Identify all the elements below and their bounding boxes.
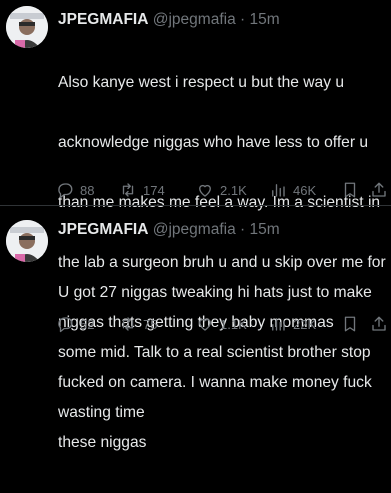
like-icon — [199, 184, 211, 197]
separator: · — [240, 221, 246, 238]
share-icon — [372, 182, 386, 197]
tweet-line: wasting time — [58, 404, 145, 421]
author-handle[interactable]: @jpegmafia — [153, 11, 236, 28]
reply-icon — [58, 317, 73, 333]
author-name[interactable]: JPEGMAFIA — [58, 11, 148, 28]
repost-icon — [122, 183, 134, 197]
repost-count: 174 — [143, 182, 165, 198]
view-count: 22K — [293, 316, 317, 332]
tweet-line: acknowledge niggas who have less to offe… — [58, 134, 369, 151]
bookmark-button[interactable] — [341, 180, 359, 200]
views-button[interactable]: 22K — [269, 314, 316, 334]
tweet-line: U got 27 niggas tweaking hi hats just to… — [58, 284, 372, 301]
views-icon — [272, 318, 285, 331]
tweet-header: JPEGMAFIA @jpegmafia · 15m — [58, 221, 391, 241]
timestamp[interactable]: 15m — [250, 11, 280, 28]
bookmark-button[interactable] — [341, 314, 359, 334]
reply-button[interactable]: 88 — [56, 180, 94, 200]
bookmark-icon — [344, 316, 356, 332]
share-button[interactable] — [370, 314, 388, 334]
like-icon — [199, 318, 211, 331]
separator: · — [240, 11, 246, 28]
avatar[interactable] — [6, 220, 48, 262]
tweet-line: some mid. Talk to a real scientist broth… — [58, 344, 371, 361]
like-button[interactable]: 2.1K — [196, 180, 247, 200]
share-icon — [372, 316, 386, 331]
repost-button[interactable]: 75 — [119, 314, 157, 334]
reply-button[interactable]: 52 — [56, 314, 94, 334]
repost-icon — [122, 317, 134, 331]
author-name[interactable]: JPEGMAFIA — [58, 221, 148, 238]
tweet-text: U got 27 niggas tweaking hi hats just to… — [58, 243, 388, 463]
avatar[interactable] — [6, 6, 48, 48]
like-count: 2.1K — [220, 182, 247, 198]
tweet[interactable]: JPEGMAFIA @jpegmafia · 15m Also kanye we… — [0, 0, 391, 451]
tweet-header: JPEGMAFIA @jpegmafia · 15m — [58, 11, 391, 31]
views-icon — [272, 184, 285, 197]
repost-button[interactable]: 174 — [119, 180, 165, 200]
bookmark-icon — [344, 182, 356, 198]
reply-count: 52 — [80, 316, 95, 332]
timestamp[interactable]: 15m — [250, 221, 280, 238]
share-button[interactable] — [370, 180, 388, 200]
tweet[interactable]: JPEGMAFIA @jpegmafia · 15m U got 27 nigg… — [0, 206, 391, 421]
like-count: 1.1K — [220, 316, 247, 332]
reply-icon — [58, 183, 73, 199]
author-handle[interactable]: @jpegmafia — [153, 221, 236, 238]
action-bar: 52 75 1.1K 22K — [56, 314, 391, 334]
views-button[interactable]: 46K — [269, 180, 316, 200]
repost-count: 75 — [143, 316, 158, 332]
view-count: 46K — [293, 182, 317, 198]
action-bar: 88 174 2.1K 46K — [56, 180, 391, 200]
tweet-line: Also kanye west i respect u but the way … — [58, 74, 345, 91]
reply-count: 88 — [80, 182, 95, 198]
like-button[interactable]: 1.1K — [196, 314, 247, 334]
